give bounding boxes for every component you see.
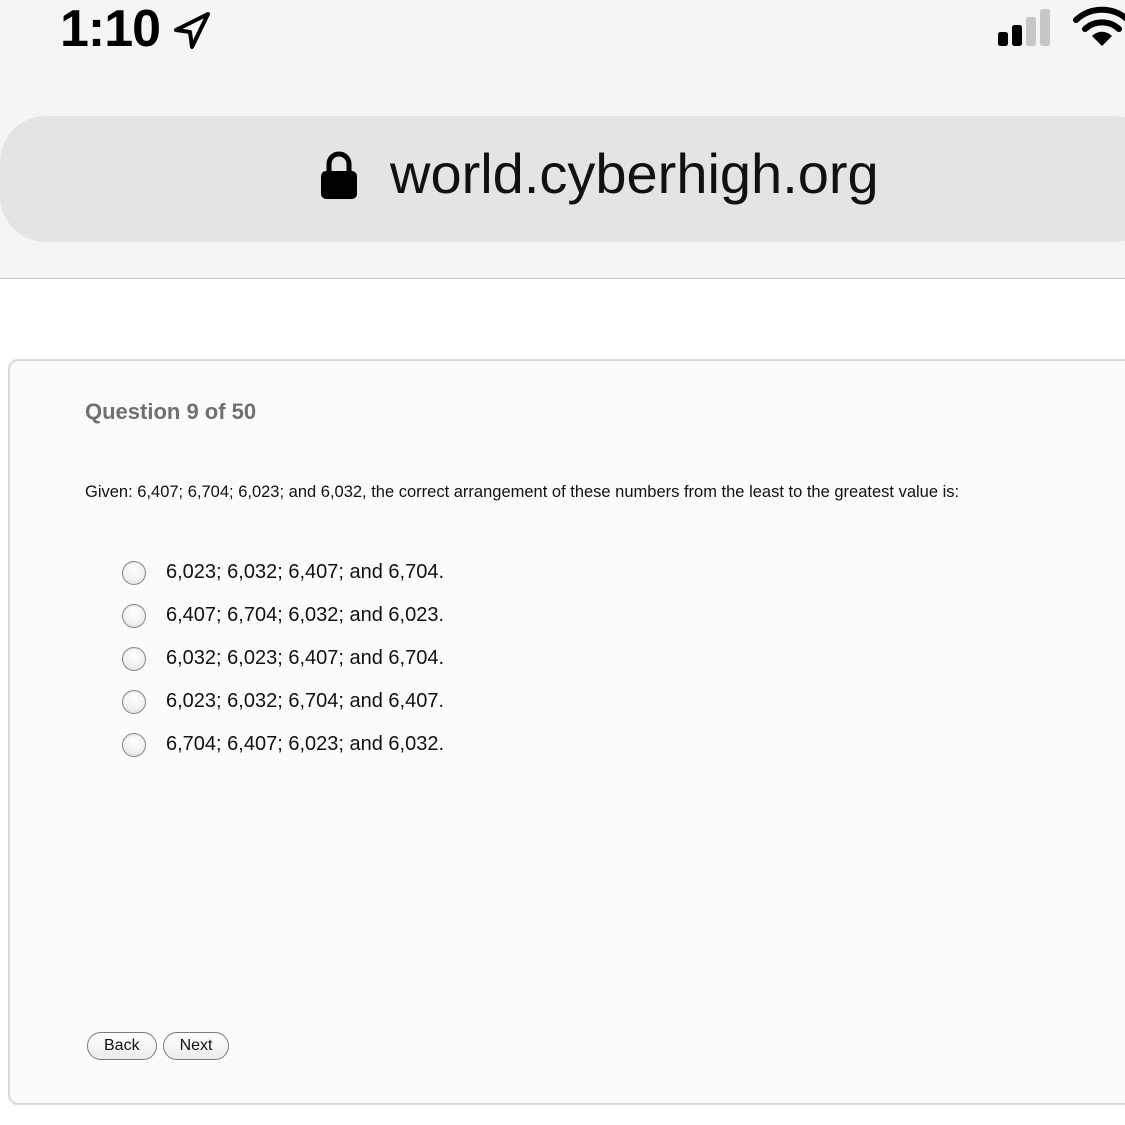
answer-option[interactable]: 6,023; 6,032; 6,704; and 6,407. xyxy=(122,680,444,723)
answer-option-label[interactable]: 6,023; 6,032; 6,704; and 6,407. xyxy=(166,690,444,713)
radio-button[interactable] xyxy=(122,646,146,671)
clock: 1:10 xyxy=(60,0,161,58)
address-bar[interactable]: world.cyberhigh.org xyxy=(0,116,1125,242)
browser-chrome: world.cyberhigh.org xyxy=(0,58,1125,279)
location-arrow-icon xyxy=(174,12,210,49)
next-button[interactable]: Next xyxy=(162,1032,230,1060)
question-counter: Question 9 of 50 xyxy=(85,399,257,424)
quiz-navigation: Back Next xyxy=(87,1032,230,1060)
answer-option[interactable]: 6,407; 6,704; 6,032; and 6,023. xyxy=(122,594,444,637)
lock-icon xyxy=(321,151,357,199)
quiz-card: Question 9 of 50 Given: 6,407; 6,704; 6,… xyxy=(8,359,1125,1105)
answer-option-label[interactable]: 6,032; 6,023; 6,407; and 6,704. xyxy=(166,647,444,670)
answer-option-label[interactable]: 6,704; 6,407; 6,023; and 6,032. xyxy=(166,733,444,756)
radio-button[interactable] xyxy=(122,732,146,757)
answer-option[interactable]: 6,704; 6,407; 6,023; and 6,032. xyxy=(122,723,444,766)
cellular-signal-icon xyxy=(998,9,1050,46)
radio-button[interactable] xyxy=(122,603,146,628)
radio-button[interactable] xyxy=(122,560,146,585)
radio-button[interactable] xyxy=(122,689,146,714)
wifi-icon xyxy=(1073,6,1125,46)
answer-options: 6,023; 6,032; 6,407; and 6,704. 6,407; 6… xyxy=(122,551,444,766)
answer-option-label[interactable]: 6,407; 6,704; 6,032; and 6,023. xyxy=(166,604,444,627)
answer-option[interactable]: 6,032; 6,023; 6,407; and 6,704. xyxy=(122,637,444,680)
answer-option[interactable]: 6,023; 6,032; 6,407; and 6,704. xyxy=(122,551,444,594)
answer-option-label[interactable]: 6,023; 6,032; 6,407; and 6,704. xyxy=(166,561,444,584)
question-text: Given: 6,407; 6,704; 6,023; and 6,032, t… xyxy=(85,483,960,501)
url-text[interactable]: world.cyberhigh.org xyxy=(390,142,879,206)
back-button[interactable]: Back xyxy=(87,1032,157,1060)
